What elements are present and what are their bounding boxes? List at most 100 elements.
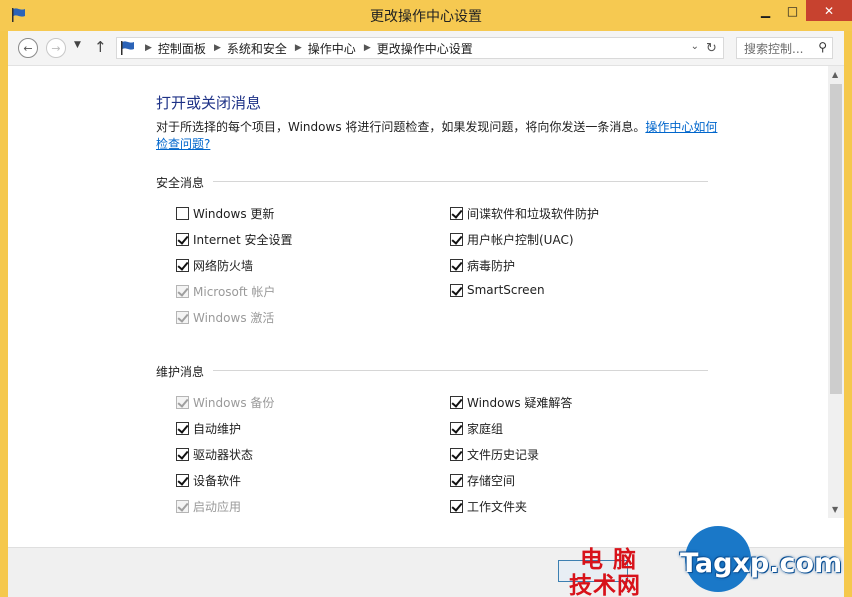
- checkbox-label: 家庭组: [467, 422, 504, 436]
- checkbox-box[interactable]: [176, 474, 189, 487]
- checkbox-box[interactable]: [450, 422, 463, 435]
- scroll-thumb[interactable]: [830, 84, 842, 394]
- checkbox-label: Windows 激活: [193, 311, 275, 325]
- scroll-up-arrow-icon[interactable]: ▲: [832, 70, 838, 79]
- checkbox-virus-protection[interactable]: 病毒防护: [450, 257, 515, 274]
- checkbox-windows-activation: Windows 激活: [176, 309, 274, 326]
- chevron-right-icon[interactable]: ▶: [214, 43, 221, 53]
- arrow-up-icon: ↑: [94, 38, 107, 56]
- vertical-scrollbar[interactable]: ▲ ▼: [828, 66, 844, 518]
- checkbox-label: Microsoft 帐户: [193, 285, 276, 299]
- checkbox-label: 网络防火墙: [193, 259, 254, 273]
- checkbox-device-software[interactable]: 设备软件: [176, 472, 241, 489]
- chevron-right-icon[interactable]: ▶: [364, 43, 371, 53]
- description-text: 对于所选择的每个项目，Windows 将进行问题检查，如果发现问题，将向你发送一…: [156, 120, 646, 134]
- footer-bar: [8, 547, 844, 597]
- checkbox-box[interactable]: [450, 396, 463, 409]
- checkbox-troubleshooting[interactable]: Windows 疑难解答: [450, 394, 572, 411]
- checkbox-startup-apps: 启动应用: [176, 498, 241, 515]
- navigation-bar: ← → ▼ ↑ ▶ 控制面板 ▶ 系统和安全 ▶ 操作中心 ▶ 更改操作中心设置…: [8, 31, 844, 65]
- checkbox-box[interactable]: [176, 259, 189, 272]
- checkbox-box[interactable]: [176, 207, 189, 220]
- checkbox-box[interactable]: [450, 283, 463, 297]
- checkbox-windows-update[interactable]: Windows 更新: [176, 205, 274, 222]
- checkbox-spyware-protection[interactable]: 间谍软件和垃圾软件防护: [450, 205, 599, 222]
- search-placeholder: 搜索控制...: [744, 41, 804, 56]
- breadcrumb-system-security[interactable]: 系统和安全: [227, 40, 287, 57]
- checkbox-box: [176, 311, 189, 324]
- checkbox-label: 自动维护: [193, 422, 242, 436]
- divider: [213, 370, 708, 371]
- search-input[interactable]: 搜索控制... ⚲: [736, 37, 833, 59]
- chevron-down-icon[interactable]: ⌄: [691, 41, 699, 52]
- title-bar: 更改操作中心设置 ▁ □ ✕: [0, 0, 852, 31]
- maximize-button[interactable]: □: [779, 0, 806, 21]
- checkbox-work-folders[interactable]: 工作文件夹: [450, 498, 527, 515]
- checkbox-label: 工作文件夹: [467, 500, 528, 514]
- checkbox-file-history[interactable]: 文件历史记录: [450, 446, 539, 463]
- checkbox-label: Windows 更新: [193, 207, 275, 221]
- checkbox-box[interactable]: [450, 474, 463, 487]
- chevron-right-icon[interactable]: ▶: [295, 43, 302, 53]
- window: 更改操作中心设置 ▁ □ ✕ ← → ▼ ↑ ▶ 控制面板 ▶ 系统和安全 ▶ …: [0, 0, 852, 597]
- checkbox-box[interactable]: [450, 233, 463, 246]
- address-bar[interactable]: ▶ 控制面板 ▶ 系统和安全 ▶ 操作中心 ▶ 更改操作中心设置 ⌄: [116, 37, 704, 59]
- up-button[interactable]: ↑: [94, 38, 107, 56]
- checkbox-label: 设备软件: [193, 474, 242, 488]
- search-icon[interactable]: ⚲: [818, 40, 827, 54]
- checkbox-label: Internet 安全设置: [193, 233, 293, 247]
- maintenance-section-label: 维护消息: [156, 365, 205, 379]
- checkbox-box[interactable]: [450, 448, 463, 461]
- checkbox-internet-security[interactable]: Internet 安全设置: [176, 231, 292, 248]
- close-button[interactable]: ✕: [806, 0, 852, 21]
- scroll-down-arrow-icon[interactable]: ▼: [832, 505, 838, 514]
- checkbox-label: 存储空间: [467, 474, 516, 488]
- checkbox-label: 启动应用: [193, 500, 242, 514]
- checkbox-drive-status[interactable]: 驱动器状态: [176, 446, 253, 463]
- arrow-left-icon: ←: [23, 41, 33, 55]
- action-center-flag-icon: [121, 41, 134, 55]
- checkbox-homegroup[interactable]: 家庭组: [450, 420, 503, 437]
- checkbox-microsoft-account: Microsoft 帐户: [176, 283, 275, 300]
- chevron-right-icon: ▶: [145, 43, 152, 53]
- checkbox-uac[interactable]: 用户帐户控制(UAC): [450, 231, 574, 248]
- forward-button[interactable]: →: [46, 38, 66, 58]
- checkbox-box: [176, 500, 189, 513]
- ok-button[interactable]: [558, 560, 628, 582]
- back-button[interactable]: ←: [18, 38, 38, 58]
- settings-content: 打开或关闭消息 对于所选择的每个项目，Windows 将进行问题检查，如果发现问…: [8, 65, 844, 547]
- checkbox-label: 驱动器状态: [193, 448, 254, 462]
- window-title: 更改操作中心设置: [370, 9, 482, 25]
- checkbox-label: 病毒防护: [467, 259, 516, 273]
- checkbox-label: SmartScreen: [467, 283, 545, 297]
- minimize-button[interactable]: ▁: [752, 0, 779, 21]
- checkbox-label: Windows 备份: [193, 396, 275, 410]
- checkbox-automatic-maintenance[interactable]: 自动维护: [176, 420, 241, 437]
- recent-locations-dropdown[interactable]: ▼: [74, 40, 81, 50]
- security-section-label: 安全消息: [156, 176, 205, 190]
- checkbox-network-firewall[interactable]: 网络防火墙: [176, 257, 253, 274]
- refresh-button[interactable]: ↻: [700, 37, 724, 59]
- page-title: 打开或关闭消息: [156, 94, 262, 112]
- divider: [213, 181, 708, 182]
- checkbox-box[interactable]: [450, 259, 463, 272]
- breadcrumb-control-panel[interactable]: 控制面板: [158, 40, 206, 57]
- checkbox-box[interactable]: [176, 233, 189, 246]
- page-description: 对于所选择的每个项目，Windows 将进行问题检查，如果发现问题，将向你发送一…: [156, 119, 724, 153]
- checkbox-windows-backup: Windows 备份: [176, 394, 274, 411]
- breadcrumb-change-settings[interactable]: 更改操作中心设置: [377, 40, 473, 57]
- checkbox-label: 文件历史记录: [467, 448, 540, 462]
- checkbox-box[interactable]: [176, 448, 189, 461]
- checkbox-box[interactable]: [450, 500, 463, 513]
- checkbox-box[interactable]: [450, 207, 463, 220]
- checkbox-box[interactable]: [176, 422, 189, 435]
- breadcrumb-action-center[interactable]: 操作中心: [308, 40, 356, 57]
- checkbox-box: [176, 396, 189, 409]
- checkbox-label: 用户帐户控制(UAC): [467, 233, 574, 247]
- checkbox-smartscreen[interactable]: SmartScreen: [450, 283, 545, 297]
- checkbox-box: [176, 285, 189, 298]
- checkbox-label: 间谍软件和垃圾软件防护: [467, 207, 600, 221]
- arrow-right-icon: →: [51, 41, 61, 55]
- checkbox-storage-spaces[interactable]: 存储空间: [450, 472, 515, 489]
- checkbox-label: Windows 疑难解答: [467, 396, 573, 410]
